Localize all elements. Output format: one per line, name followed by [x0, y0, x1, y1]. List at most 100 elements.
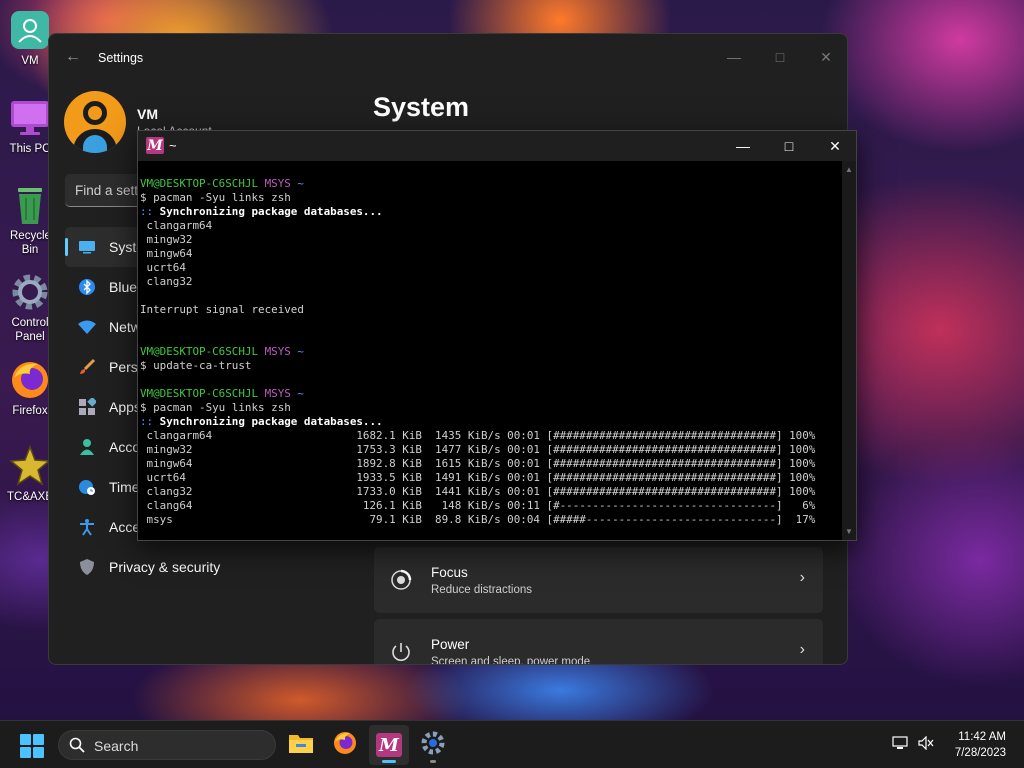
wifi-icon: [65, 319, 109, 335]
power-icon: [390, 641, 412, 663]
monitor-icon: [8, 96, 52, 140]
close-button[interactable]: ✕: [812, 131, 858, 161]
person-icon: [65, 438, 109, 456]
card-title: Power: [431, 637, 470, 652]
clock-date: 7/28/2023: [954, 747, 1006, 759]
minimize-button[interactable]: —: [711, 42, 757, 72]
terminal-text: ::: [140, 205, 160, 218]
card-subtitle: Screen and sleep, power mode: [431, 656, 591, 665]
terminal-text: clang64 126.1 KiB 148 KiB/s 00:11 [#----…: [140, 499, 816, 512]
start-button[interactable]: [20, 734, 44, 758]
card-power[interactable]: Power Screen and sleep, power mode ›: [374, 619, 823, 665]
terminal-line: clang64 126.1 KiB 148 KiB/s 00:11 [#----…: [140, 499, 842, 513]
terminal-text: $ update-ca-trust: [140, 359, 252, 372]
minimize-button[interactable]: —: [720, 131, 766, 161]
terminal-text: ~: [297, 345, 304, 358]
folder-icon: [288, 732, 314, 759]
back-arrow-icon[interactable]: ←: [65, 48, 81, 66]
taskbar-search[interactable]: Search: [58, 730, 276, 760]
avatar[interactable]: [64, 91, 126, 153]
terminal-scrollbar[interactable]: ▲ ▼: [842, 161, 856, 540]
terminal-text: $ pacman -Syu links zsh: [140, 191, 291, 204]
terminal-text: Synchronizing package databases...: [159, 205, 383, 218]
nav-item-privacy[interactable]: Privacy & security: [65, 547, 355, 587]
terminal-line: ucrt64: [140, 261, 842, 275]
taskbar: Search M 11:42 AM 7/28/2023: [0, 720, 1024, 768]
avatar-head: [83, 101, 107, 125]
close-button[interactable]: ✕: [803, 42, 847, 72]
gear-icon: [421, 731, 445, 760]
star-icon: [8, 444, 52, 488]
terminal-line: ucrt64 1933.5 KiB 1491 KiB/s 00:01 [####…: [140, 471, 842, 485]
avatar-body: [73, 129, 117, 153]
terminal-text: MSYS: [264, 345, 298, 358]
clock-time: 11:42 AM: [958, 731, 1006, 743]
globe-clock-icon: [65, 478, 109, 496]
gear-icon: [8, 270, 52, 314]
scroll-up-icon[interactable]: ▲: [845, 165, 853, 174]
terminal-line: clang32: [140, 275, 842, 289]
terminal-line: :: Synchronizing package databases...: [140, 415, 842, 429]
terminal-text: MSYS: [264, 387, 298, 400]
terminal-text: mingw64: [140, 247, 193, 260]
volume-muted-icon[interactable]: [918, 735, 934, 753]
terminal-line: clangarm64 1682.1 KiB 1435 KiB/s 00:01 […: [140, 429, 842, 443]
msys2-icon: M: [376, 733, 402, 757]
maximize-button[interactable]: □: [766, 131, 812, 161]
chevron-right-icon: ›: [799, 569, 805, 586]
terminal-text: msys 79.1 KiB 89.8 KiB/s 00:04 [#####---…: [140, 513, 816, 526]
terminal-text: VM@DESKTOP-C6SCHJL: [140, 177, 265, 190]
terminal-line: :: Synchronizing package databases...: [140, 205, 842, 219]
terminal-line: $ pacman -Syu links zsh: [140, 191, 842, 205]
windows-logo-tile: [33, 747, 44, 758]
nav-item-label: Privacy & security: [109, 559, 221, 575]
terminal-line: VM@DESKTOP-C6SCHJL MSYS ~: [140, 177, 842, 191]
card-focus[interactable]: Focus Reduce distractions ›: [374, 547, 823, 613]
windows-logo-tile: [20, 747, 31, 758]
taskbar-file-explorer[interactable]: [281, 725, 321, 765]
search-icon: [69, 737, 85, 756]
taskbar-msys2[interactable]: M: [369, 725, 409, 765]
terminal-text: clang32 1733.0 KiB 1441 KiB/s 00:01 [###…: [140, 485, 816, 498]
terminal-line: mingw32: [140, 233, 842, 247]
terminal-text: ~: [297, 387, 304, 400]
apps-icon: [65, 398, 109, 416]
terminal-text: mingw32: [140, 233, 193, 246]
page-title: System: [373, 92, 470, 122]
terminal-text: Interrupt signal received: [140, 303, 304, 316]
scroll-down-icon[interactable]: ▼: [845, 527, 853, 536]
terminal-text: $ pacman -Syu links zsh: [140, 401, 291, 414]
terminal-text: clang32: [140, 275, 193, 288]
terminal-line: clang32 1733.0 KiB 1441 KiB/s 00:01 [###…: [140, 485, 842, 499]
taskbar-firefox[interactable]: [325, 725, 365, 765]
terminal-text: Synchronizing package databases...: [159, 415, 383, 428]
chevron-right-icon: ›: [799, 641, 805, 658]
user-name: VM: [137, 106, 158, 122]
terminal-text: ~: [297, 177, 304, 190]
terminal-titlebar[interactable]: M ~ — □ ✕: [138, 131, 856, 161]
network-icon[interactable]: [892, 736, 908, 753]
taskbar-settings[interactable]: [413, 725, 453, 765]
recycle-bin-icon: [8, 183, 52, 227]
terminal-line: VM@DESKTOP-C6SCHJL MSYS ~: [140, 387, 842, 401]
terminal-line: msys 79.1 KiB 89.8 KiB/s 00:04 [#####---…: [140, 513, 842, 527]
firefox-icon: [8, 358, 52, 402]
settings-app-title: Settings: [98, 51, 144, 65]
terminal-line: mingw64: [140, 247, 842, 261]
maximize-button[interactable]: □: [757, 42, 803, 72]
tray-clock[interactable]: 11:42 AM 7/28/2023: [955, 729, 1006, 761]
bluetooth-icon: [65, 278, 109, 296]
terminal-text: VM@DESKTOP-C6SCHJL: [140, 387, 265, 400]
windows-logo-tile: [33, 734, 44, 745]
terminal-line: mingw32 1753.3 KiB 1477 KiB/s 00:01 [###…: [140, 443, 842, 457]
terminal-window[interactable]: M ~ — □ ✕ VM@DESKTOP-C6SCHJL MSYS ~ $ pac…: [137, 130, 857, 541]
shield-icon: [65, 558, 109, 576]
terminal-line: $ update-ca-trust: [140, 359, 842, 373]
terminal-output[interactable]: VM@DESKTOP-C6SCHJL MSYS ~ $ pacman -Syu l…: [140, 163, 842, 539]
msys2-icon: M: [146, 137, 164, 154]
running-indicator: [430, 760, 436, 763]
taskbar-search-label: Search: [94, 738, 139, 754]
